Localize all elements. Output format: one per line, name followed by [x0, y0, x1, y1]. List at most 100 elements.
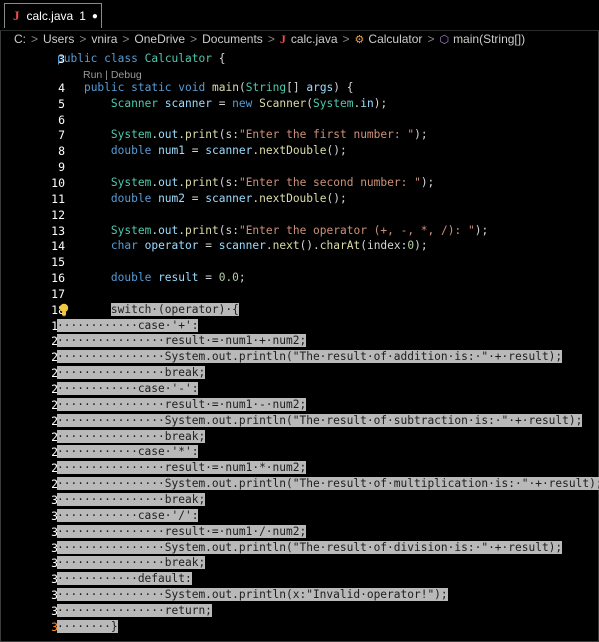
breadcrumb-item[interactable]: ⬡ main(String[]) [439, 32, 525, 46]
code-line[interactable]: 38········} [0, 619, 599, 635]
code-line[interactable]: 37················return; [0, 603, 599, 619]
code-text: ················break; [57, 492, 206, 508]
code-text: double num1 = scanner.nextDouble(); [110, 144, 347, 158]
code-text: ················result·=·num1·-·num2; [57, 397, 307, 413]
code-line[interactable]: 19············case·'+': [0, 318, 599, 334]
code-line[interactable]: 23············case·'-': [0, 381, 599, 397]
code-line[interactable]: 25················System.out.println("Th… [0, 413, 599, 429]
selected-code: ················result·=·num1·/·num2; [57, 524, 307, 538]
code-line[interactable]: 26················break; [0, 429, 599, 445]
breadcrumb-item-label: Calculator [368, 32, 423, 46]
code-line[interactable]: 11 double num2 = scanner.nextDouble(); [0, 191, 599, 207]
code-line[interactable]: 21················System.out.println("Th… [0, 349, 599, 365]
breadcrumb-separator-icon: > [342, 32, 350, 46]
method-icon: ⬡ [439, 34, 450, 46]
code-line[interactable]: 27············case·'*': [0, 444, 599, 460]
code-text: switch·(operator)·{ [57, 302, 239, 318]
class-icon: ⚙ [354, 34, 365, 46]
breadcrumb-item-label: vnira [91, 32, 118, 46]
code-line[interactable]: 9 [0, 159, 599, 175]
breadcrumb-item[interactable]: OneDrive [134, 32, 185, 46]
code-text: ················result·=·num1·/·num2; [57, 524, 307, 540]
breadcrumb-item-label: OneDrive [134, 32, 186, 46]
code-text: System.out.print(s:"Enter the second num… [110, 175, 435, 189]
tab-filename: calc.java [26, 9, 74, 23]
selected-code: ················break; [57, 429, 206, 443]
code-text: ················System.out.println("The·… [57, 349, 563, 365]
breadcrumb-item-label: Users [43, 32, 75, 46]
code-line[interactable]: 20················result·=·num1·+·num2; [0, 333, 599, 349]
code-line[interactable]: 4 public static void main(String[] args)… [0, 80, 599, 96]
code-text: ················System.out.println("The·… [57, 413, 583, 429]
code-text: System.out.print(s:"Enter the first numb… [110, 128, 428, 142]
breadcrumb-item[interactable]: vnira [91, 32, 117, 46]
code-line[interactable]: 29················System.out.println("Th… [0, 476, 599, 492]
breadcrumb-separator-icon: > [31, 32, 39, 46]
code-text: ············default: [57, 571, 192, 587]
selected-code: ················return; [57, 603, 212, 617]
unsaved-dot-icon[interactable]: ● [92, 11, 98, 22]
code-line[interactable]: 36················System.out.println(x:"… [0, 587, 599, 603]
code-line[interactable]: 24················result·=·num1·-·num2; [0, 397, 599, 413]
selected-code: ················break; [57, 556, 206, 570]
selected-code: ············default: [57, 572, 192, 586]
breadcrumb-separator-icon: > [79, 32, 87, 46]
code-line[interactable]: 28················result·=·num1·*·num2; [0, 460, 599, 476]
breadcrumb-separator-icon: > [190, 32, 198, 46]
code-line[interactable]: 34················break; [0, 555, 599, 571]
code-line[interactable]: 8 double num1 = scanner.nextDouble(); [0, 143, 599, 159]
code-line[interactable]: 33················System.out.println("Th… [0, 540, 599, 556]
breadcrumb-item[interactable]: C: [14, 32, 26, 46]
code-text: ················result·=·num1·+·num2; [57, 333, 307, 349]
selected-code: ················result·=·num1·-·num2; [57, 397, 307, 411]
line-number: 9 [58, 160, 65, 175]
code-line[interactable]: 15 [0, 254, 599, 270]
code-line[interactable]: 13 System.out.print(s:"Enter the operato… [0, 223, 599, 239]
code-line[interactable]: 18 switch·(operator)·{ [0, 302, 599, 318]
selected-code: ················System.out.println("The·… [57, 413, 583, 427]
code-text: ············case·'*': [57, 444, 199, 460]
selected-code: switch·(operator)·{ [110, 302, 239, 316]
code-line[interactable]: 16 double result = 0.0; [0, 270, 599, 286]
code-line[interactable]: 12 [0, 207, 599, 223]
breadcrumb-item-label: calc.java [290, 31, 338, 46]
selected-code: ················System.out.println("The·… [57, 350, 563, 364]
code-line[interactable]: 14 char operator = scanner.next().charAt… [0, 238, 599, 254]
selected-code: ················break; [57, 366, 206, 380]
breadcrumb-separator-icon: > [427, 32, 435, 46]
code-text: ············case·'+': [57, 318, 199, 334]
code-line[interactable]: 6 [0, 112, 599, 128]
code-text: ················result·=·num1·*·num2; [57, 460, 307, 476]
code-editor[interactable]: 3 public class Calculator {Run | Debug 4 p… [0, 50, 599, 642]
tab-calc-java[interactable]: J calc.java 1 ● [4, 3, 102, 28]
code-text: ················break; [57, 429, 206, 445]
line-number: 17 [51, 286, 65, 301]
selected-code: ············case·'+': [57, 318, 199, 332]
code-line[interactable]: 7 System.out.print(s:"Enter the first nu… [0, 127, 599, 143]
breadcrumb-item-label: main(String[]) [453, 32, 526, 46]
code-line[interactable]: 32················result·=·num1·/·num2; [0, 524, 599, 540]
breadcrumb-item-label: Documents [202, 32, 263, 46]
line-number: 15 [51, 255, 65, 270]
lightbulb-icon[interactable] [58, 303, 70, 317]
breadcrumb-item[interactable]: ⚙ Calculator [355, 32, 423, 46]
breadcrumb-separator-icon: > [267, 32, 275, 46]
code-text: public static void main(String[] args) { [83, 80, 354, 94]
java-file-icon: J [13, 8, 20, 23]
code-line[interactable]: 31············case·'/': [0, 508, 599, 524]
code-line[interactable]: 17 [0, 286, 599, 302]
code-line[interactable]: 10 System.out.print(s:"Enter the second … [0, 175, 599, 191]
code-line[interactable]: 35············default: [0, 571, 599, 587]
code-line[interactable]: 3 public class Calculator { [0, 51, 599, 67]
code-line[interactable]: 22················break; [0, 365, 599, 381]
selected-code: ················break; [57, 492, 206, 506]
breadcrumb-item[interactable]: Users [43, 32, 74, 46]
code-line[interactable]: 5 Scanner scanner = new Scanner(System.i… [0, 96, 599, 112]
selected-code: ············case·'-': [57, 382, 199, 395]
code-line[interactable]: 30················break; [0, 492, 599, 508]
code-text: ················return; [57, 603, 212, 619]
code-text: double result = 0.0; [110, 271, 246, 285]
breadcrumb: C: > Users > vnira > OneDrive > Documents > Jcalc.… [0, 31, 599, 47]
breadcrumb-item[interactable]: Jcalc.java [280, 32, 338, 47]
breadcrumb-item[interactable]: Documents [202, 32, 263, 46]
